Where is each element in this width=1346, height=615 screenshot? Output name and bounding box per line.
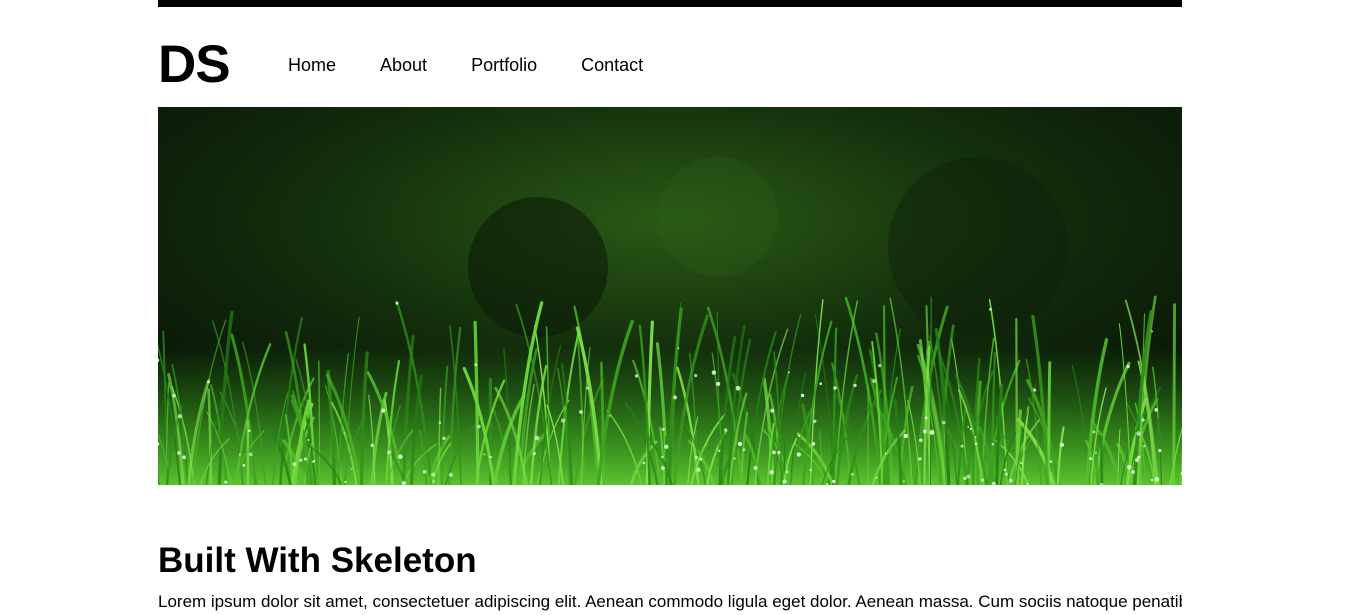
nav-contact-link[interactable]: Contact xyxy=(581,54,643,76)
hero-image xyxy=(158,107,1182,485)
top-bar xyxy=(158,0,1182,7)
intro-paragraph: Lorem ipsum dolor sit amet, consectetuer… xyxy=(158,592,1182,611)
site-header: DS Home About Portfolio Contact xyxy=(158,7,1182,107)
page-container: DS Home About Portfolio Contact Built Wi… xyxy=(158,0,1182,611)
nav-portfolio-link[interactable]: Portfolio xyxy=(471,54,537,76)
main-nav: Home About Portfolio Contact xyxy=(288,54,687,76)
page-heading: Built With Skeleton xyxy=(158,541,477,580)
grass-photo-icon xyxy=(158,107,1182,485)
site-logo[interactable]: DS xyxy=(158,37,231,93)
nav-home-link[interactable]: Home xyxy=(288,54,336,76)
nav-about-link[interactable]: About xyxy=(380,54,427,76)
